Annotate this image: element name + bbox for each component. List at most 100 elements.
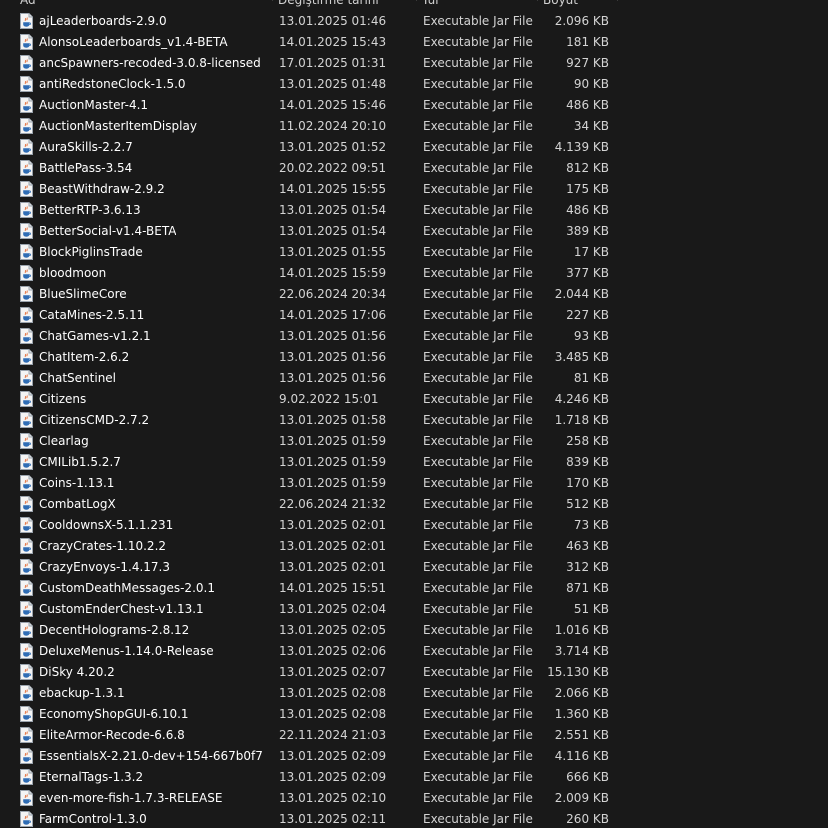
file-row[interactable]: FarmControl-1.3.0 13.01.2025 02:11 Execu… — [0, 808, 620, 828]
file-row[interactable]: AuctionMasterItemDisplay 11.02.2024 20:1… — [0, 115, 620, 136]
file-row[interactable]: BetterSocial-v1.4-BETA 13.01.2025 01:54 … — [0, 220, 620, 241]
file-name-cell[interactable]: CrazyEnvoys-1.4.17.3 — [0, 558, 272, 575]
column-divider[interactable] — [617, 0, 618, 1]
file-name-cell[interactable]: CMILib1.5.2.7 — [0, 453, 272, 470]
file-row[interactable]: ChatSentinel 13.01.2025 01:56 Executable… — [0, 367, 620, 388]
file-row[interactable]: EssentialsX-2.21.0-dev+154-667b0f7 13.01… — [0, 745, 620, 766]
file-row[interactable]: EternalTags-1.3.2 13.01.2025 02:09 Execu… — [0, 766, 620, 787]
file-name-cell[interactable]: AuraSkills-2.2.7 — [0, 138, 272, 155]
file-row[interactable]: CustomEnderChest-v1.13.1 13.01.2025 02:0… — [0, 598, 620, 619]
file-name-cell[interactable]: antiRedstoneClock-1.5.0 — [0, 75, 272, 92]
file-size: 3.485 KB — [554, 349, 609, 364]
file-row[interactable]: ebackup-1.3.1 13.01.2025 02:08 Executabl… — [0, 682, 620, 703]
file-name-cell[interactable]: even-more-fish-1.7.3-RELEASE — [0, 789, 272, 806]
file-row[interactable]: CooldownsX-5.1.1.231 13.01.2025 02:01 Ex… — [0, 514, 620, 535]
file-name-cell[interactable]: AuctionMaster-4.1 — [0, 96, 272, 113]
file-date-modified: 13.01.2025 01:59 — [279, 433, 387, 448]
file-row[interactable]: BlueSlimeCore 22.06.2024 20:34 Executabl… — [0, 283, 620, 304]
file-row[interactable]: even-more-fish-1.7.3-RELEASE 13.01.2025 … — [0, 787, 620, 808]
file-row[interactable]: AlonsoLeaderboards_v1.4-BETA 14.01.2025 … — [0, 31, 620, 52]
file-size: 51 KB — [573, 601, 609, 616]
column-divider[interactable] — [272, 0, 273, 1]
file-name-cell[interactable]: Coins-1.13.1 — [0, 474, 272, 491]
column-header-name[interactable]: Ad — [0, 0, 272, 10]
file-name-cell[interactable]: CombatLogX — [0, 495, 272, 512]
file-row[interactable]: EliteArmor-Recode-6.6.8 22.11.2024 21:03… — [0, 724, 620, 745]
file-name-cell[interactable]: AuctionMasterItemDisplay — [0, 117, 272, 134]
file-row[interactable]: AuctionMaster-4.1 14.01.2025 15:46 Execu… — [0, 94, 620, 115]
file-row[interactable]: ajLeaderboards-2.9.0 13.01.2025 01:46 Ex… — [0, 10, 620, 31]
file-date-modified: 13.01.2025 01:55 — [279, 244, 387, 259]
file-row[interactable]: Clearlag 13.01.2025 01:59 Executable Jar… — [0, 430, 620, 451]
column-divider[interactable] — [416, 0, 417, 1]
file-row[interactable]: BeastWithdraw-2.9.2 14.01.2025 15:55 Exe… — [0, 178, 620, 199]
file-name-cell[interactable]: CustomEnderChest-v1.13.1 — [0, 600, 272, 617]
file-name-cell[interactable]: BlockPiglinsTrade — [0, 243, 272, 260]
file-name-cell[interactable]: CitizensCMD-2.7.2 — [0, 411, 272, 428]
column-header-size[interactable]: Boyut — [537, 0, 617, 10]
file-name-cell[interactable]: CustomDeathMessages-2.0.1 — [0, 579, 272, 596]
file-row[interactable]: BlockPiglinsTrade 13.01.2025 01:55 Execu… — [0, 241, 620, 262]
file-row[interactable]: Coins-1.13.1 13.01.2025 01:59 Executable… — [0, 472, 620, 493]
file-row[interactable]: DiSky 4.20.2 13.01.2025 02:07 Executable… — [0, 661, 620, 682]
file-name-cell[interactable]: Citizens — [0, 390, 272, 407]
column-divider[interactable] — [537, 0, 538, 1]
file-name-cell[interactable]: EconomyShopGUI-6.10.1 — [0, 705, 272, 722]
file-name-cell[interactable]: ChatSentinel — [0, 369, 272, 386]
column-header-type[interactable]: Tür — [416, 0, 537, 10]
file-name-cell[interactable]: EssentialsX-2.21.0-dev+154-667b0f7 — [0, 747, 272, 764]
file-name-cell[interactable]: DeluxeMenus-1.14.0-Release — [0, 642, 272, 659]
file-row[interactable]: ChatItem-2.6.2 13.01.2025 01:56 Executab… — [0, 346, 620, 367]
file-name-cell[interactable]: DecentHolograms-2.8.12 — [0, 621, 272, 638]
column-header-date-modified[interactable]: Değiştirme tarihi — [272, 0, 416, 10]
file-row[interactable]: DeluxeMenus-1.14.0-Release 13.01.2025 02… — [0, 640, 620, 661]
file-name-cell[interactable]: CooldownsX-5.1.1.231 — [0, 516, 272, 533]
file-row[interactable]: CataMines-2.5.11 14.01.2025 17:06 Execut… — [0, 304, 620, 325]
file-name-cell[interactable]: ajLeaderboards-2.9.0 — [0, 12, 272, 29]
file-name-cell[interactable]: CataMines-2.5.11 — [0, 306, 272, 323]
file-row[interactable]: bloodmoon 14.01.2025 15:59 Executable Ja… — [0, 262, 620, 283]
file-row[interactable]: CrazyCrates-1.10.2.2 13.01.2025 02:01 Ex… — [0, 535, 620, 556]
file-row[interactable]: DecentHolograms-2.8.12 13.01.2025 02:05 … — [0, 619, 620, 640]
file-name-cell[interactable]: ebackup-1.3.1 — [0, 684, 272, 701]
file-name-cell[interactable]: BeastWithdraw-2.9.2 — [0, 180, 272, 197]
file-type: Executable Jar File — [423, 538, 533, 553]
file-name-cell[interactable]: FarmControl-1.3.0 — [0, 810, 272, 827]
file-name-cell[interactable]: BetterSocial-v1.4-BETA — [0, 222, 272, 239]
file-name-cell[interactable]: EliteArmor-Recode-6.6.8 — [0, 726, 272, 743]
file-row[interactable]: Citizens 9.02.2022 15:01 Executable Jar … — [0, 388, 620, 409]
file-name-cell[interactable]: ancSpawners-recoded-3.0.8-licensed — [0, 54, 272, 71]
file-name-cell[interactable]: BetterRTP-3.6.13 — [0, 201, 272, 218]
file-row[interactable]: BetterRTP-3.6.13 13.01.2025 01:54 Execut… — [0, 199, 620, 220]
file-name-cell[interactable]: Clearlag — [0, 432, 272, 449]
file-size: 1.016 KB — [554, 622, 609, 637]
java-jar-icon — [20, 54, 33, 71]
file-type: Executable Jar File — [423, 517, 533, 532]
file-name-cell[interactable]: CrazyCrates-1.10.2.2 — [0, 537, 272, 554]
file-row[interactable]: CMILib1.5.2.7 13.01.2025 01:59 Executabl… — [0, 451, 620, 472]
file-row[interactable]: CombatLogX 22.06.2024 21:32 Executable J… — [0, 493, 620, 514]
file-row[interactable]: EconomyShopGUI-6.10.1 13.01.2025 02:08 E… — [0, 703, 620, 724]
file-row[interactable]: CustomDeathMessages-2.0.1 14.01.2025 15:… — [0, 577, 620, 598]
file-row[interactable]: CitizensCMD-2.7.2 13.01.2025 01:58 Execu… — [0, 409, 620, 430]
file-row[interactable]: AuraSkills-2.2.7 13.01.2025 01:52 Execut… — [0, 136, 620, 157]
file-name-cell[interactable]: AlonsoLeaderboards_v1.4-BETA — [0, 33, 272, 50]
java-jar-icon — [20, 684, 33, 701]
file-type: Executable Jar File — [423, 601, 533, 616]
file-row[interactable]: BattlePass-3.54 20.02.2022 09:51 Executa… — [0, 157, 620, 178]
file-row[interactable]: antiRedstoneClock-1.5.0 13.01.2025 01:48… — [0, 73, 620, 94]
file-row[interactable]: ChatGames-v1.2.1 13.01.2025 01:56 Execut… — [0, 325, 620, 346]
java-jar-icon — [20, 579, 33, 596]
file-date-modified: 14.01.2025 15:51 — [279, 580, 387, 595]
file-name-cell[interactable]: BattlePass-3.54 — [0, 159, 272, 176]
file-name-cell[interactable]: BlueSlimeCore — [0, 285, 272, 302]
file-row[interactable]: CrazyEnvoys-1.4.17.3 13.01.2025 02:01 Ex… — [0, 556, 620, 577]
file-name-cell[interactable]: ChatGames-v1.2.1 — [0, 327, 272, 344]
file-row[interactable]: ancSpawners-recoded-3.0.8-licensed 17.01… — [0, 52, 620, 73]
file-name-cell[interactable]: bloodmoon — [0, 264, 272, 281]
file-name-label: BetterRTP-3.6.13 — [39, 202, 141, 217]
file-name-cell[interactable]: DiSky 4.20.2 — [0, 663, 272, 680]
file-name-cell[interactable]: EternalTags-1.3.2 — [0, 768, 272, 785]
file-name-cell[interactable]: ChatItem-2.6.2 — [0, 348, 272, 365]
file-size: 181 KB — [566, 34, 609, 49]
